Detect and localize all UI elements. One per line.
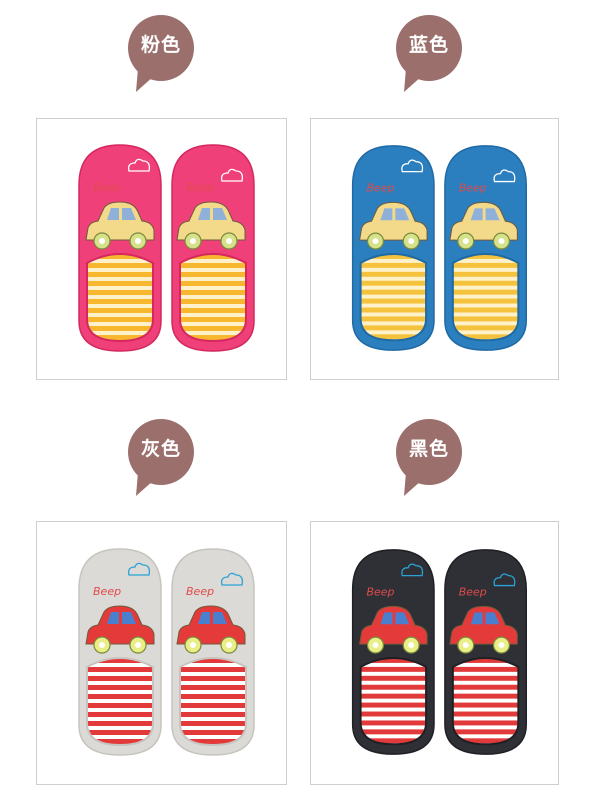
product-photo: Beep Beep [36, 521, 287, 785]
slipper: Beep [78, 548, 162, 756]
color-label: 灰色 [140, 438, 181, 460]
embroidery-text: Beep [367, 585, 395, 598]
embroidery-text: Beep [93, 585, 121, 598]
color-label: 蓝色 [408, 34, 449, 56]
embroidery-text: Beep [186, 585, 214, 598]
color-bubble: 灰色 [118, 416, 204, 502]
embroidery-text: Beep [459, 181, 487, 194]
slipper: Beep [351, 549, 435, 755]
embroidery-text: Beep [93, 181, 121, 194]
slipper: Beep [78, 144, 162, 352]
color-label: 粉色 [140, 34, 181, 56]
product-photo: Beep Beep [310, 521, 559, 785]
embroidery-text: Beep [367, 181, 395, 194]
slipper: Beep [171, 144, 255, 352]
color-bubble: 蓝色 [386, 12, 472, 98]
embroidery-text: Beep [459, 585, 487, 598]
product-photo: Beep Beep [310, 118, 559, 380]
slipper: Beep [444, 145, 528, 351]
product-photo: Beep Beep [36, 118, 287, 380]
slipper: Beep [444, 549, 528, 755]
embroidery-text: Beep [186, 181, 214, 194]
color-label: 黑色 [408, 438, 449, 460]
color-bubble: 黑色 [386, 416, 472, 502]
slipper: Beep [171, 548, 255, 756]
slipper: Beep [351, 145, 435, 351]
color-bubble: 粉色 [118, 12, 204, 98]
